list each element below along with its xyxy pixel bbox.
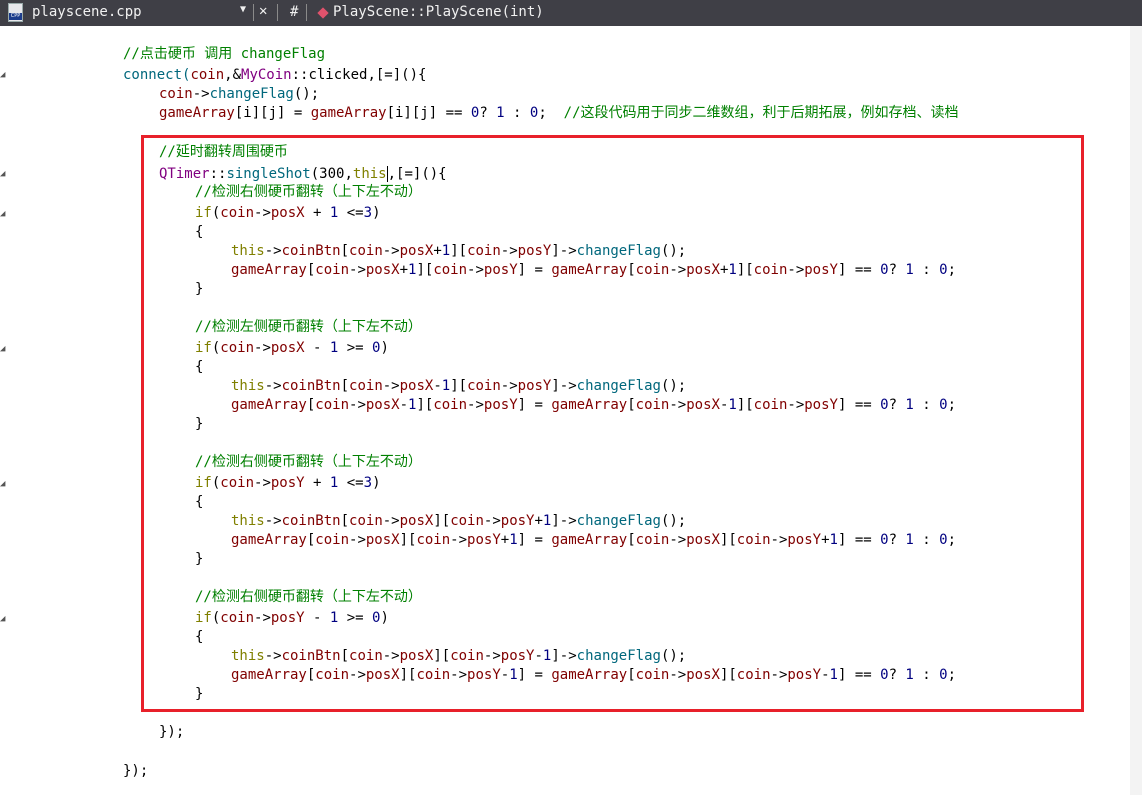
cpp-file-icon: CPP [8, 3, 23, 22]
member-selector[interactable]: PlayScene::PlayScene(int) [333, 4, 544, 20]
divider [277, 4, 278, 21]
code-line: }); [159, 724, 185, 740]
divider [306, 4, 307, 21]
code-line: gameArray[i][j] = gameArray[i][j] == 0? … [159, 105, 959, 121]
code-line: connect(coin,&MyCoin::clicked,[=](){ [123, 67, 427, 83]
fold-marker-icon[interactable]: ◢ [0, 344, 5, 354]
code-line: //点击硬币 调用 changeFlag [123, 46, 326, 62]
file-dropdown-chevron-icon[interactable]: ▼ [240, 4, 246, 15]
scope-selector[interactable]: # [290, 4, 298, 20]
file-selector[interactable]: playscene.cpp [32, 4, 142, 20]
vertical-scrollbar[interactable] [1130, 26, 1142, 795]
close-icon[interactable]: ✕ [259, 3, 267, 19]
fold-marker-icon[interactable]: ◢ [0, 70, 5, 80]
code-line: }); [123, 763, 149, 779]
method-icon [317, 7, 329, 19]
code-line: coin->changeFlag(); [159, 86, 320, 102]
divider [253, 4, 254, 21]
fold-gutter: ◢ ◢ ◢ ◢ ◢ ◢ [0, 26, 10, 795]
fold-marker-icon[interactable]: ◢ [0, 479, 5, 489]
fold-marker-icon[interactable]: ◢ [0, 614, 5, 624]
fold-marker-icon[interactable]: ◢ [0, 209, 5, 219]
fold-marker-icon[interactable]: ◢ [0, 169, 5, 179]
red-highlight-box [141, 135, 1084, 712]
editor-navigation-bar: CPP playscene.cpp ▼ ✕ # PlayScene::PlayS… [0, 0, 1142, 26]
